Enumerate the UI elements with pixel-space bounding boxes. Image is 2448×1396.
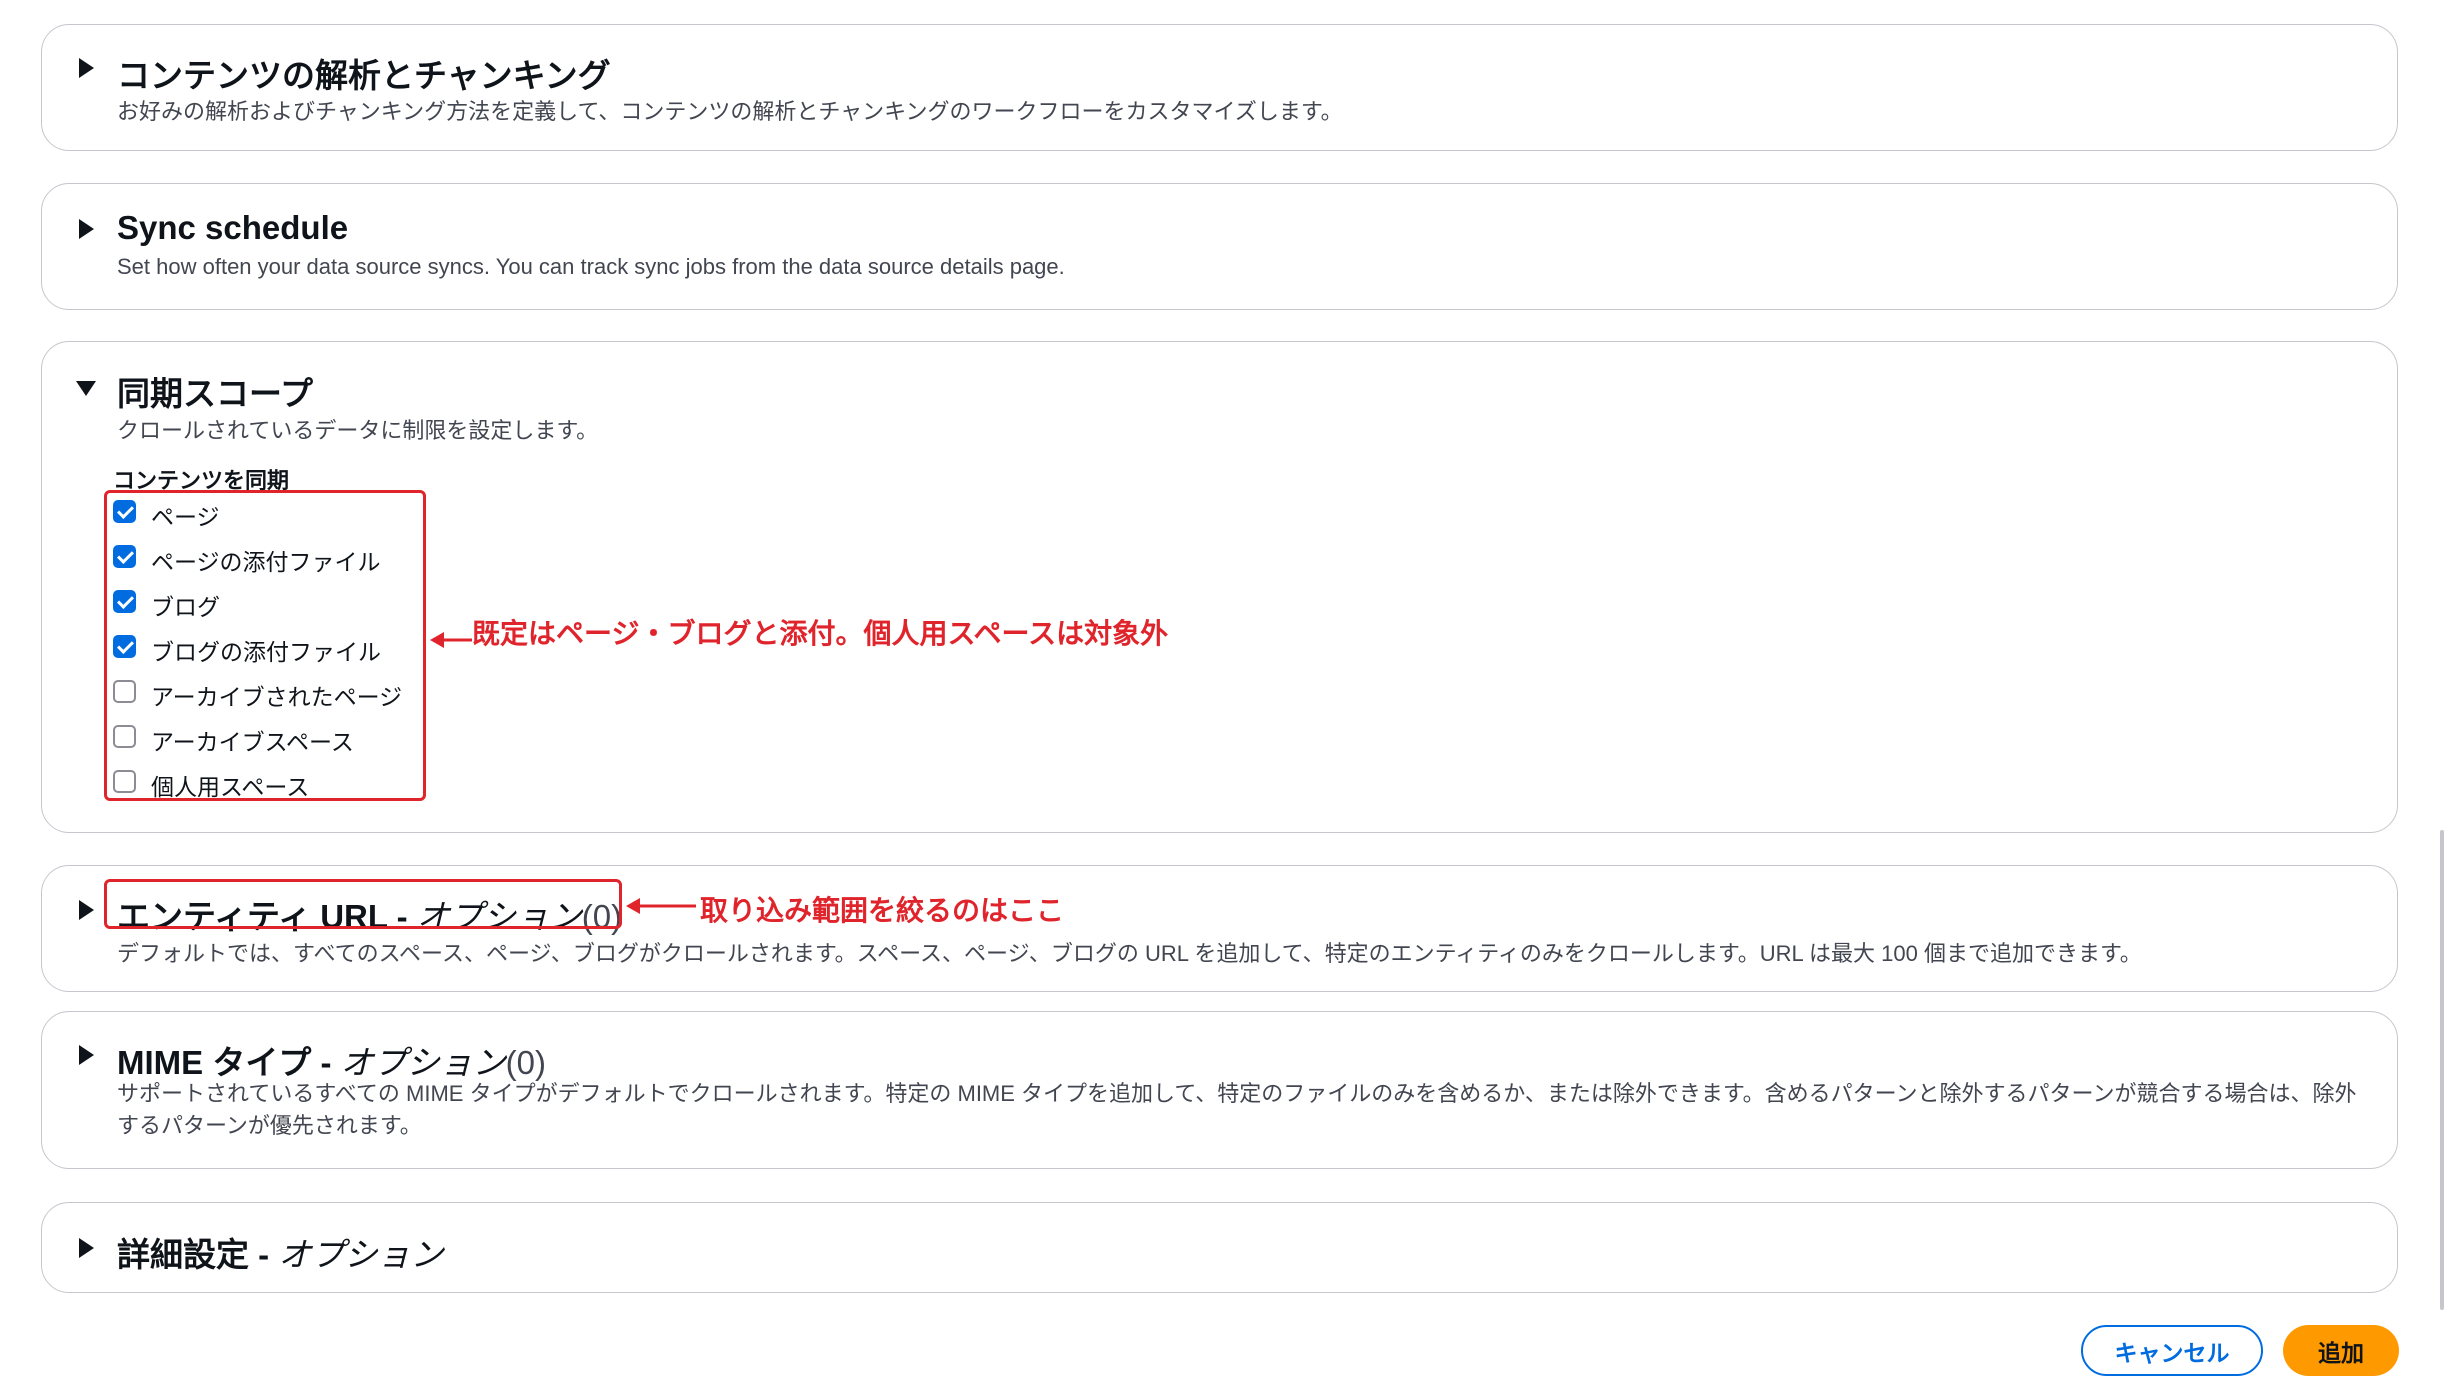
parsing-panel-description: お好みの解析およびチャンキング方法を定義して、コンテンツの解析とチャンキングのワ… bbox=[117, 99, 1343, 124]
scope-annotation-box bbox=[104, 490, 426, 801]
cancel-button[interactable]: キャンセル bbox=[2081, 1325, 2263, 1376]
scope-annotation-arrow bbox=[430, 632, 472, 648]
scrollbar[interactable] bbox=[2440, 0, 2448, 1396]
entity-annotation-arrow bbox=[626, 898, 696, 914]
entity-url-panel-description: デフォルトでは、すべてのスペース、ページ、ブログがクロールされます。スペース、ペ… bbox=[117, 941, 2142, 966]
sync-schedule-panel-description: Set how often your data source syncs. Yo… bbox=[117, 254, 1065, 279]
caret-right-icon[interactable] bbox=[79, 1045, 94, 1065]
mime-type-panel-description: サポートされているすべての MIME タイプがデフォルトでクロールされます。特定… bbox=[117, 1081, 2357, 1138]
caret-right-icon[interactable] bbox=[79, 219, 94, 239]
advanced-settings-panel: 詳細設定 - オプション bbox=[41, 1202, 2398, 1293]
mime-type-panel: MIME タイプ - オプション(0) サポートされているすべての MIME タ… bbox=[41, 1011, 2398, 1169]
mime-type-count: (0) bbox=[505, 1044, 546, 1081]
entity-annotation-box bbox=[104, 879, 622, 929]
sync-schedule-panel-title[interactable]: Sync schedule bbox=[117, 209, 348, 247]
entity-annotation-text: 取り込み範囲を絞るのはここ bbox=[700, 895, 1065, 926]
parsing-panel-title[interactable]: コンテンツの解析とチャンキング bbox=[117, 49, 611, 97]
mime-type-title-text: MIME タイプ - bbox=[117, 1044, 341, 1081]
sync-scope-panel-description: クロールされているデータに制限を設定します。 bbox=[117, 418, 599, 443]
caret-right-icon[interactable] bbox=[79, 900, 94, 920]
caret-right-icon[interactable] bbox=[79, 1238, 94, 1258]
add-button[interactable]: 追加 bbox=[2283, 1325, 2399, 1376]
advanced-settings-panel-title[interactable]: 詳細設定 - オプション bbox=[117, 1228, 443, 1276]
mime-type-optional-label: オプション bbox=[340, 1044, 506, 1081]
scrollbar-thumb[interactable] bbox=[2440, 830, 2444, 1310]
mime-type-panel-title[interactable]: MIME タイプ - オプション(0) bbox=[117, 1036, 546, 1084]
sync-schedule-panel: Sync schedule Set how often your data so… bbox=[41, 183, 2398, 310]
scope-annotation-text: 既定はページ・ブログと添付。個人用スペースは対象外 bbox=[472, 618, 1169, 649]
advanced-settings-title-text: 詳細設定 - bbox=[117, 1236, 279, 1273]
parsing-panel: コンテンツの解析とチャンキング お好みの解析およびチャンキング方法を定義して、コ… bbox=[41, 24, 2398, 151]
sync-scope-panel-title[interactable]: 同期スコープ bbox=[117, 367, 313, 415]
caret-down-icon[interactable] bbox=[76, 381, 96, 396]
caret-right-icon[interactable] bbox=[79, 58, 94, 78]
advanced-settings-optional-label: オプション bbox=[278, 1236, 444, 1273]
